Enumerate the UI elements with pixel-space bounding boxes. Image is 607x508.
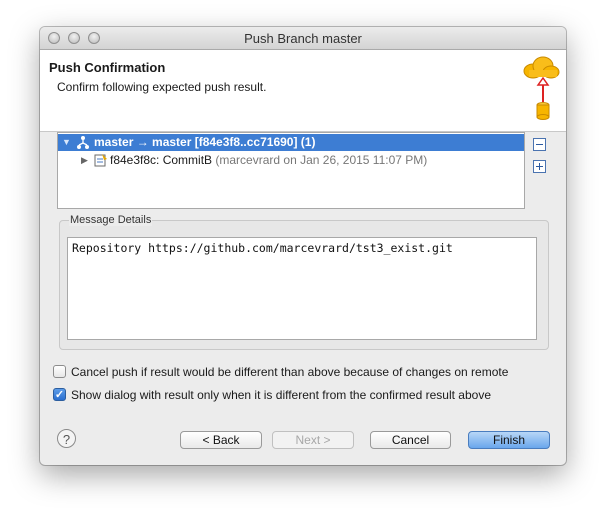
show-dialog-label[interactable]: Show dialog with result only when it is … <box>71 388 491 402</box>
cancel-button[interactable]: Cancel <box>370 431 451 449</box>
window-title: Push Branch master <box>244 31 362 46</box>
branch-icon <box>77 136 89 149</box>
expand-all-button[interactable] <box>533 160 546 173</box>
message-details-label: Message Details <box>69 214 153 226</box>
tree-row-branch[interactable]: ▼ master → master [f84e3f8..cc71690] (1) <box>58 134 524 151</box>
wizard-header: Push Confirmation Confirm following expe… <box>40 50 566 132</box>
cancel-push-label[interactable]: Cancel push if result would be different… <box>71 365 508 379</box>
commit-row-label: f84e3f8c: CommitB <box>110 153 213 167</box>
page-description: Confirm following expected push result. <box>57 80 267 94</box>
message-details-text[interactable]: Repository https://github.com/marcevrard… <box>67 237 537 340</box>
branch-row-label: master → master [f84e3f8..cc71690] (1) <box>94 135 316 149</box>
show-dialog-checkbox[interactable]: ✓ <box>53 388 66 401</box>
push-result-tree[interactable]: ▼ master → master [f84e3f8..cc71690] (1)… <box>57 132 525 209</box>
push-branch-dialog: Push Branch master Push Confirmation Con… <box>40 27 566 465</box>
page-title: Push Confirmation <box>49 60 166 75</box>
push-to-cloud-icon <box>523 56 560 120</box>
title-bar[interactable]: Push Branch master <box>40 27 566 50</box>
next-button[interactable]: Next > <box>272 431 354 449</box>
back-button[interactable]: < Back <box>180 431 262 449</box>
commit-icon <box>94 154 107 167</box>
tree-row-commit[interactable]: ▶ f84e3f8c: CommitB (marcevrard on Jan 2… <box>58 152 524 169</box>
collapsed-triangle-icon[interactable]: ▶ <box>81 155 88 166</box>
collapse-all-button[interactable] <box>533 138 546 151</box>
commit-row-meta: (marcevrard on Jan 26, 2015 11:07 PM) <box>215 153 428 167</box>
finish-button[interactable]: Finish <box>468 431 550 449</box>
expanded-triangle-icon[interactable]: ▼ <box>62 137 71 147</box>
cancel-push-checkbox[interactable] <box>53 365 66 378</box>
help-button[interactable]: ? <box>57 429 76 448</box>
